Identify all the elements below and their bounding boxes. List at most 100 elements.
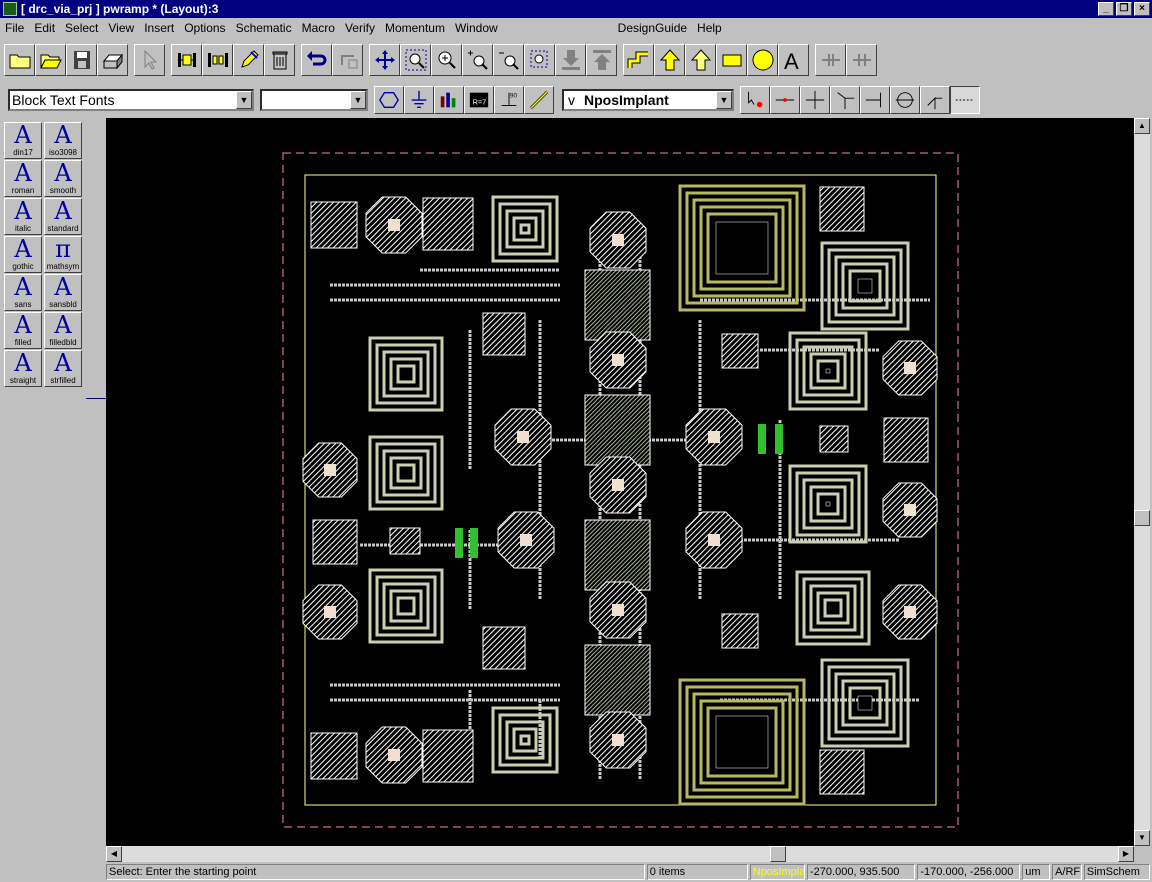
menu-verify[interactable]: Verify [340,21,380,35]
undo-button[interactable] [301,44,332,76]
horizontal-scrollbar[interactable]: ◀ ▶ [106,846,1134,862]
step-path-icon [627,51,648,68]
vertical-scroll-thumb[interactable] [1134,510,1150,526]
font-gothic-button[interactable]: Agothic [4,236,42,273]
second-select[interactable]: ▼ [260,89,368,111]
line-tool-button[interactable] [524,86,554,114]
snap-8-button[interactable] [950,86,980,114]
insert-polyline-button[interactable] [685,44,716,76]
menu-help[interactable]: Help [692,21,727,35]
pencil-icon [240,50,259,68]
font-select[interactable]: Block Text Fonts ▼ [8,89,254,111]
font-sans-button[interactable]: Asans [4,274,42,311]
svg-text:A: A [784,49,799,72]
scroll-down-arrow[interactable]: ▼ [1134,830,1150,846]
menu-schematic[interactable]: Schematic [231,21,297,35]
menu-window[interactable]: Window [450,21,503,35]
chevron-down-icon[interactable]: ▼ [236,91,252,109]
scroll-up-arrow[interactable]: ▲ [1134,118,1150,134]
snap-3-button[interactable] [800,86,830,114]
open-folder-button[interactable] [35,44,66,76]
font-glyph: A [54,159,72,187]
inductor-turn [802,577,864,639]
snap-1-button[interactable] [740,86,770,114]
font-smooth-button[interactable]: Asmooth [44,160,82,197]
menu-select[interactable]: Select [60,21,103,35]
push-into-button[interactable] [555,44,586,76]
menu-insert[interactable]: Insert [139,21,179,35]
via [612,479,624,491]
component-lib-button[interactable] [434,86,464,114]
zoom-out-button[interactable] [493,44,524,76]
font-glyph: A [14,197,32,225]
angle-90-button[interactable]: 90 [494,86,524,114]
menu-edit[interactable]: Edit [29,21,60,35]
insert-polygon-button[interactable] [654,44,685,76]
menu-momentum[interactable]: Momentum [380,21,450,35]
zoom-window-button[interactable] [400,44,431,76]
vertical-scrollbar[interactable]: ▲ ▼ [1134,118,1150,846]
hexagon-button[interactable] [374,86,404,114]
app-icon[interactable] [3,2,17,16]
ground-button[interactable] [404,86,434,114]
select-button[interactable] [134,44,165,76]
zoom-in-button[interactable] [431,44,462,76]
font-italic-button[interactable]: Aitalic [4,198,42,235]
font-iso3098-button[interactable]: Aiso3098 [44,122,82,159]
snap-7-button[interactable] [920,86,950,114]
pad-square [819,749,865,795]
scroll-right-arrow[interactable]: ▶ [1118,846,1134,862]
chevron-down-icon[interactable]: ▼ [716,91,732,109]
layout-canvas[interactable] [106,118,1134,846]
insert-text-button[interactable]: A [778,44,809,76]
layer-select[interactable]: v NposImplant ▼ [562,89,734,111]
menu-designguide[interactable]: DesignGuide [613,21,692,35]
font-mathsym-button[interactable]: π mathsym [44,236,82,273]
insert-component-button[interactable] [171,44,202,76]
close-button[interactable]: × [1134,2,1150,16]
minimize-button[interactable]: _ [1098,2,1114,16]
scroll-left-arrow[interactable]: ◀ [106,846,122,862]
menu-macro[interactable]: Macro [297,21,340,35]
font-din17-button[interactable]: Adin17 [4,122,42,159]
fit-view-icon [530,50,547,68]
zoom-in-plus-button[interactable] [462,44,493,76]
save-button[interactable] [66,44,97,76]
wire-1-button[interactable] [815,44,846,76]
font-glyph: A [14,121,32,149]
pad-square [310,732,358,780]
snap-5-button[interactable] [860,86,890,114]
font-glyph: A [54,349,72,377]
snap-4-button[interactable] [830,86,860,114]
print-button[interactable] [97,44,128,76]
font-sansbld-button[interactable]: Asansbld [44,274,82,311]
chevron-down-icon[interactable]: ▼ [350,91,366,109]
new-folder-button[interactable] [4,44,35,76]
move-button[interactable] [369,44,400,76]
font-standard-button[interactable]: Astandard [44,198,82,235]
window-title: [ drc_via_prj ] pwramp * (Layout):3 [21,2,219,16]
r-block-button[interactable]: R=7 [464,86,494,114]
fit-view-button[interactable] [524,44,555,76]
edit-button[interactable] [233,44,264,76]
insert-circle-button[interactable] [747,44,778,76]
maximize-button[interactable]: ❐ [1116,2,1132,16]
insert-component-2-button[interactable] [202,44,233,76]
menu-file[interactable]: File [0,21,29,35]
snap-6-button[interactable] [890,86,920,114]
font-strfilled-button[interactable]: Astrfilled [44,350,82,387]
font-filledbld-button[interactable]: Afilledbld [44,312,82,349]
menu-options[interactable]: Options [179,21,230,35]
wire-2-button[interactable] [846,44,877,76]
insert-path-button[interactable] [623,44,654,76]
snap-2-button[interactable] [770,86,800,114]
menu-view[interactable]: View [103,21,139,35]
pop-out-button[interactable] [586,44,617,76]
font-roman-button[interactable]: Aroman [4,160,42,197]
insert-rectangle-button[interactable] [716,44,747,76]
horizontal-scroll-thumb[interactable] [770,846,786,862]
font-filled-button[interactable]: Afilled [4,312,42,349]
font-straight-button[interactable]: Astraight [4,350,42,387]
delete-button[interactable] [264,44,295,76]
redo-button[interactable] [332,44,363,76]
